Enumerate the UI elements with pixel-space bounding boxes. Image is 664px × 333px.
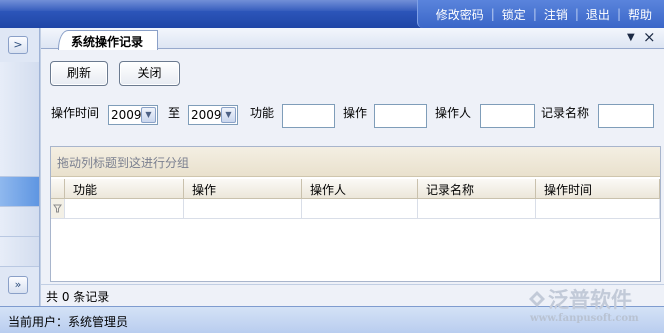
rail-section[interactable] — [0, 62, 39, 177]
top-menu: 修改密码 | 锁定 | 注销 | 退出 | 帮助 — [416, 0, 664, 28]
rail-section-active[interactable] — [0, 177, 39, 207]
filter-cell-record-name[interactable] — [418, 199, 536, 219]
tab-strip: 系统操作记录 ▼ × — [41, 28, 664, 50]
help-link[interactable]: 帮助 — [622, 6, 658, 23]
logout-link[interactable]: 注销 — [538, 6, 574, 23]
tab-close-icon[interactable]: × — [643, 28, 656, 46]
data-grid: 拖动列标题到这进行分组 功能 操作 操作人 记录名称 操作时间 — [50, 146, 661, 282]
logo-url-text: www.fanpusoft.com — [530, 313, 639, 324]
operation-label: 操作 — [343, 106, 368, 120]
tab-operation-log[interactable]: 系统操作记录 — [58, 30, 158, 50]
filter-cell-operator[interactable] — [302, 199, 418, 219]
date-from-select[interactable]: 2009 ▼ — [108, 105, 158, 125]
scroll-down-button[interactable]: » — [8, 276, 28, 294]
expand-rail-button[interactable]: > — [8, 36, 28, 54]
filter-cell-operation-time[interactable] — [536, 199, 660, 219]
row-indicator-header — [51, 179, 65, 199]
function-label: 功能 — [250, 106, 275, 120]
refresh-button[interactable]: 刷新 — [50, 61, 108, 86]
record-count-text: 共 0 条记录 — [46, 290, 110, 304]
function-input[interactable] — [282, 104, 335, 128]
logo-brand-text: 泛普软件 — [548, 288, 632, 312]
group-by-hint: 拖动列标题到这进行分组 — [57, 156, 190, 170]
column-header-operation[interactable]: 操作 — [184, 179, 302, 199]
filter-icon[interactable] — [51, 199, 64, 217]
operator-input[interactable] — [480, 104, 535, 128]
brand-logo: 泛普软件 www.fanpusoft.com — [526, 284, 660, 332]
close-button[interactable]: 关闭 — [119, 61, 180, 86]
column-header-record-name[interactable]: 记录名称 — [418, 179, 536, 199]
exit-link[interactable]: 退出 — [580, 6, 616, 23]
chevron-down-icon[interactable]: ▼ — [141, 107, 156, 123]
tab-dropdown-icon[interactable]: ▼ — [627, 32, 635, 43]
operation-input[interactable] — [374, 104, 427, 128]
logo-mark-icon — [529, 291, 545, 307]
filter-cell-function[interactable] — [65, 199, 184, 219]
operator-label: 操作人 — [435, 106, 472, 120]
filter-cell-operation[interactable] — [184, 199, 302, 219]
date-to-value: 2009 — [191, 108, 222, 122]
rail-section[interactable] — [0, 237, 39, 267]
group-by-panel[interactable]: 拖动列标题到这进行分组 — [51, 147, 660, 177]
main-panel: 系统操作记录 ▼ × 刷新 关闭 操作时间 2009 ▼ 至 2009 ▼ 功能… — [40, 28, 664, 306]
to-label: 至 — [168, 106, 181, 120]
record-name-label: 记录名称 — [541, 106, 590, 120]
column-header-function[interactable]: 功能 — [65, 179, 184, 199]
current-user-text: 当前用户：系统管理员 — [8, 315, 129, 329]
chevron-down-icon[interactable]: ▼ — [221, 107, 236, 123]
date-to-select[interactable]: 2009 ▼ — [188, 105, 238, 125]
date-from-value: 2009 — [111, 108, 142, 122]
rail-section[interactable] — [0, 207, 39, 237]
lock-link[interactable]: 锁定 — [496, 6, 532, 23]
filter-row-indicator — [51, 199, 65, 219]
column-header-operation-time[interactable]: 操作时间 — [536, 179, 660, 199]
record-name-input[interactable] — [598, 104, 654, 128]
column-header-operator[interactable]: 操作人 — [302, 179, 418, 199]
left-rail: > » — [0, 28, 40, 306]
change-password-link[interactable]: 修改密码 — [430, 6, 490, 23]
operation-time-label: 操作时间 — [51, 106, 100, 120]
top-bar: 修改密码 | 锁定 | 注销 | 退出 | 帮助 — [0, 0, 664, 28]
